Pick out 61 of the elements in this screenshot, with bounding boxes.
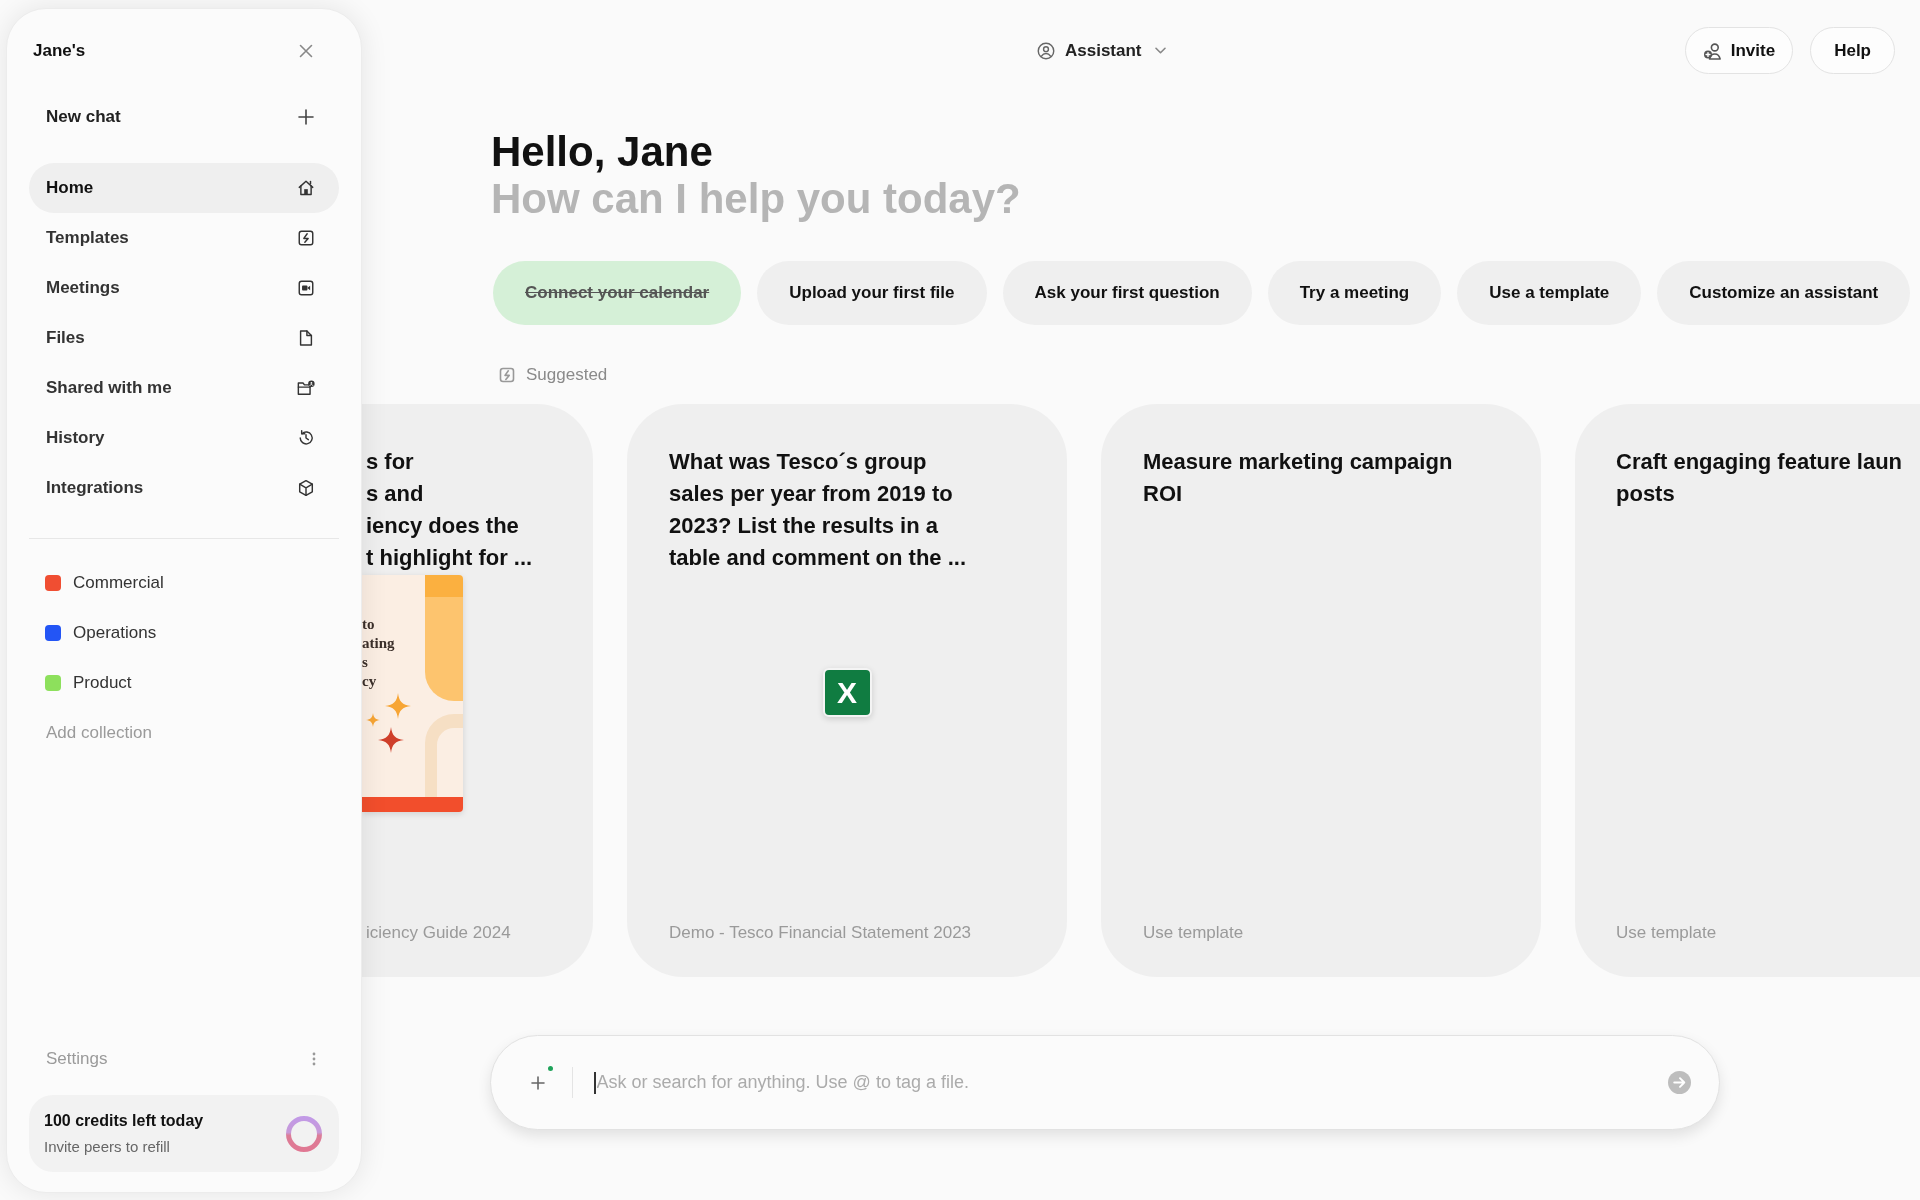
plus-icon[interactable] [531,1075,545,1090]
more-options-icon[interactable] [312,1052,316,1066]
composer-bar[interactable]: Ask or search for anything. Use @ to tag a file. [490,1035,1720,1130]
onboarding-chip[interactable]: Customize an assistant [1657,261,1911,325]
person-plus-icon [1702,40,1723,61]
onboarding-chip[interactable]: Try a meeting [1267,261,1442,325]
user-circle-icon [1037,41,1055,60]
assistant-selector[interactable]: Assistant [1037,32,1166,69]
suggestion-card[interactable]: Measure marketing campaign ROI Use template [1101,404,1541,977]
card-caption: Demo - Tesco Financial Statement 2023 [669,922,972,944]
greeting-subtitle: How can I help you today? [491,175,1021,222]
sidebar-item[interactable]: Files [29,313,339,363]
spreadsheet-badge: X [822,668,872,717]
plus-icon [298,109,314,125]
invite-button[interactable]: Invite [1684,27,1794,74]
credits-title: 100 credits left today [44,1110,204,1131]
collection-item[interactable]: Product [29,658,339,708]
document-icon [297,329,315,347]
sidebar-item[interactable]: Integrations [29,463,339,513]
sidebar-item[interactable]: History [29,413,339,463]
card-caption: Use template [1143,922,1244,944]
onboarding-chip[interactable]: Ask your first question [1002,261,1252,325]
suggestion-card[interactable]: What was Tesco´s group sales per year from 2019 to 2023? List the results in a table and comment on the ... X Demo - Tesco Financial Statement 2023 [627,404,1067,977]
collection-item[interactable]: Commercial [29,558,339,608]
lightning-square-icon [297,229,315,247]
onboarding-chip[interactable]: Use a template [1457,261,1642,325]
card-title: s for s and iency does the t highlight for ... [366,448,533,572]
sparkle-icon [385,693,411,719]
onboarding-chip[interactable]: Connect your calendar [493,261,742,325]
history-icon [297,429,315,447]
folder-person-icon [297,379,315,397]
message-input[interactable]: Ask or search for anything. Use @ to tag a file. [596,1062,1668,1103]
credits-subtitle: Invite peers to refill [44,1136,171,1157]
lightning-square-icon [499,367,515,383]
greeting-title: Hello, Jane [491,128,713,175]
cube-icon [297,479,315,497]
section-label: Suggested [526,364,608,387]
suggestion-card[interactable]: s for s and iency does the t highlight for ... to ating s cy iciency Guide 2024 [362,404,593,977]
ring-icon [286,1115,322,1152]
cover-title: to ating s cy [362,615,395,691]
text-cursor [594,1071,596,1094]
card-title: Measure marketing campaign ROI [1143,448,1453,508]
workspace-name: Jane's [33,40,86,63]
close-icon[interactable] [299,44,313,58]
sidebar-item[interactable]: Templates [29,213,339,263]
new-chat-button[interactable]: New chat [29,92,339,142]
sidebar-item[interactable]: Shared with me [29,363,339,413]
chevron-down-icon [1154,47,1166,54]
card-title: Craft engaging feature laun posts [1616,448,1903,508]
onboarding-chip[interactable]: Upload your first file [757,261,987,325]
suggestion-card[interactable]: Craft engaging feature laun posts Use template [1575,404,1920,977]
card-caption: iciency Guide 2024 [366,922,511,944]
help-button[interactable]: Help [1810,27,1895,74]
home-icon [297,179,315,197]
send-icon[interactable] [1668,1071,1691,1094]
sidebar-item[interactable]: Meetings [29,263,339,313]
video-camera-icon [297,279,315,297]
sidebar-item[interactable]: Home [29,163,339,213]
card-title: What was Tesco´s group sales per year from 2019 to 2023? List the results in a table and comment on the ... [669,448,967,572]
collection-item[interactable]: Operations [29,608,339,658]
card-caption: Use template [1616,922,1717,944]
